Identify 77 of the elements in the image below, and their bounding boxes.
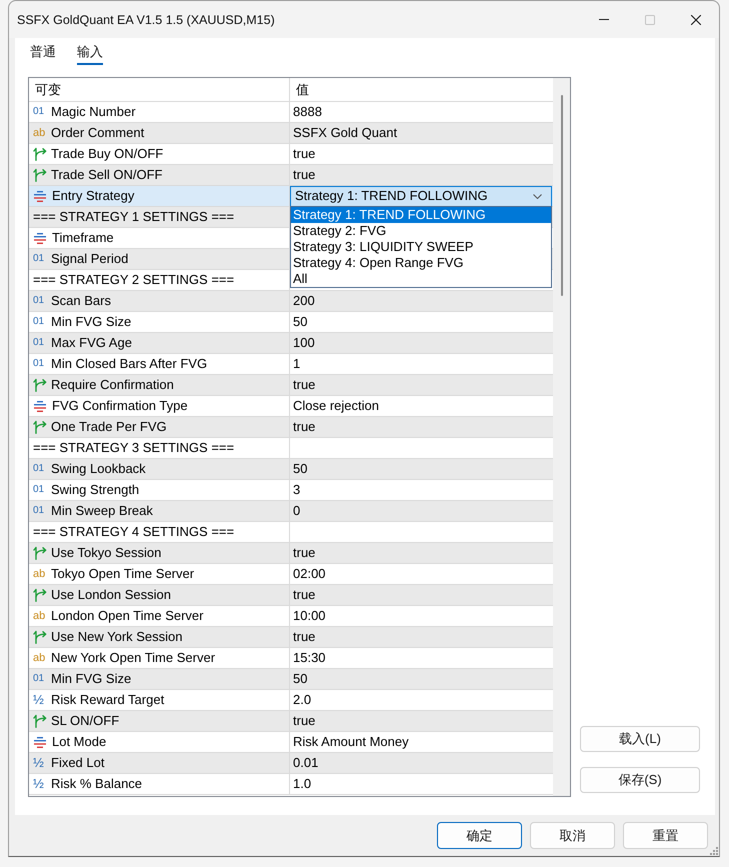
parameter-value: 10:00	[293, 608, 326, 624]
parameter-value: 50	[293, 461, 308, 477]
type-glyph: ½	[33, 777, 45, 791]
parameter-name: Max FVG Age	[51, 335, 132, 351]
type-glyph: ½	[33, 693, 45, 707]
parameter-value: 1	[293, 356, 300, 372]
parameter-value: true	[293, 629, 316, 645]
parameter-name: SL ON/OFF	[51, 713, 120, 729]
type-glyph: ab	[33, 567, 46, 581]
window-title: SSFX GoldQuant EA V1.5 1.5 (XAUUSD,M15)	[17, 12, 275, 26]
parameter-value: true	[293, 377, 316, 393]
parameter-name: Use London Session	[51, 587, 171, 603]
type-glyph: 01	[33, 462, 46, 476]
section-heading: === STRATEGY 2 SETTINGS ===	[33, 272, 234, 288]
parameter-name: Min FVG Size	[51, 671, 132, 687]
type-glyph: 01	[33, 336, 46, 350]
parameter-name: Signal Period	[51, 251, 128, 267]
parameter-value: true	[293, 146, 316, 162]
parameter-name: Require Confirmation	[51, 377, 174, 393]
parameter-name: Risk % Balance	[51, 776, 142, 792]
parameter-value: SSFX Gold Quant	[293, 125, 398, 141]
parameter-name: London Open Time Server	[51, 608, 204, 624]
parameter-name: Timeframe	[52, 230, 114, 246]
type-glyph: ab	[33, 651, 46, 665]
parameter-value: 02:00	[293, 566, 326, 582]
parameter-name: One Trade Per FVG	[51, 419, 167, 435]
type-glyph: 01	[33, 294, 46, 308]
parameter-name: Magic Number	[51, 104, 136, 120]
type-glyph: 01	[33, 315, 46, 329]
parameter-value: 15:30	[293, 650, 326, 666]
parameter-value: true	[293, 167, 316, 183]
parameter-name: Min FVG Size	[51, 314, 132, 330]
section-heading: === STRATEGY 4 SETTINGS ===	[33, 524, 234, 540]
parameter-value: 200	[293, 293, 315, 309]
parameter-name: Entry Strategy	[52, 188, 134, 204]
parameter-value: true	[293, 419, 316, 435]
type-glyph: 01	[33, 504, 46, 518]
type-glyph: ½	[33, 756, 45, 770]
type-glyph: ab	[33, 126, 46, 140]
section-heading: === STRATEGY 3 SETTINGS ===	[33, 440, 234, 456]
parameter-name: Risk Reward Target	[51, 692, 164, 708]
parameter-value: 0.01	[293, 755, 318, 771]
parameter-value: 0	[293, 503, 300, 519]
parameter-name: Order Comment	[51, 125, 144, 141]
parameter-name: New York Open Time Server	[51, 650, 216, 666]
parameter-value: true	[293, 587, 316, 603]
parameter-value: 1.0	[293, 776, 312, 792]
parameter-value: 3	[293, 482, 300, 498]
parameter-name: FVG Confirmation Type	[52, 398, 188, 414]
parameter-name: Use New York Session	[51, 629, 183, 645]
parameter-value: 8888	[293, 104, 322, 120]
parameter-value: 50	[293, 314, 308, 330]
parameter-value: 2.0	[293, 692, 312, 708]
parameter-value: 100	[293, 335, 315, 351]
section-heading: === STRATEGY 1 SETTINGS ===	[33, 209, 234, 225]
type-glyph: 01	[33, 672, 46, 686]
parameter-value: 50	[293, 671, 308, 687]
parameter-value: true	[293, 713, 316, 729]
parameter-name: Min Sweep Break	[51, 503, 153, 519]
type-glyph: ab	[33, 609, 46, 623]
parameter-name: Swing Lookback	[51, 461, 146, 477]
parameter-name: Scan Bars	[51, 293, 111, 309]
parameter-value: Close rejection	[293, 398, 379, 414]
type-glyph: 01	[33, 357, 46, 371]
parameter-name: Tokyo Open Time Server	[51, 566, 194, 582]
parameter-name: Lot Mode	[52, 734, 106, 750]
parameter-value: true	[293, 545, 316, 561]
type-glyph: 01	[33, 483, 46, 497]
parameter-name: Trade Sell ON/OFF	[51, 167, 162, 183]
parameter-name: Swing Strength	[51, 482, 140, 498]
type-glyph: 01	[33, 105, 46, 119]
type-glyph: 01	[33, 252, 46, 266]
parameter-name: Min Closed Bars After FVG	[51, 356, 208, 372]
parameter-value: Risk Amount Money	[293, 734, 409, 750]
parameter-name: Fixed Lot	[51, 755, 104, 771]
parameter-name: Trade Buy ON/OFF	[51, 146, 164, 162]
parameter-name: Use Tokyo Session	[51, 545, 162, 561]
